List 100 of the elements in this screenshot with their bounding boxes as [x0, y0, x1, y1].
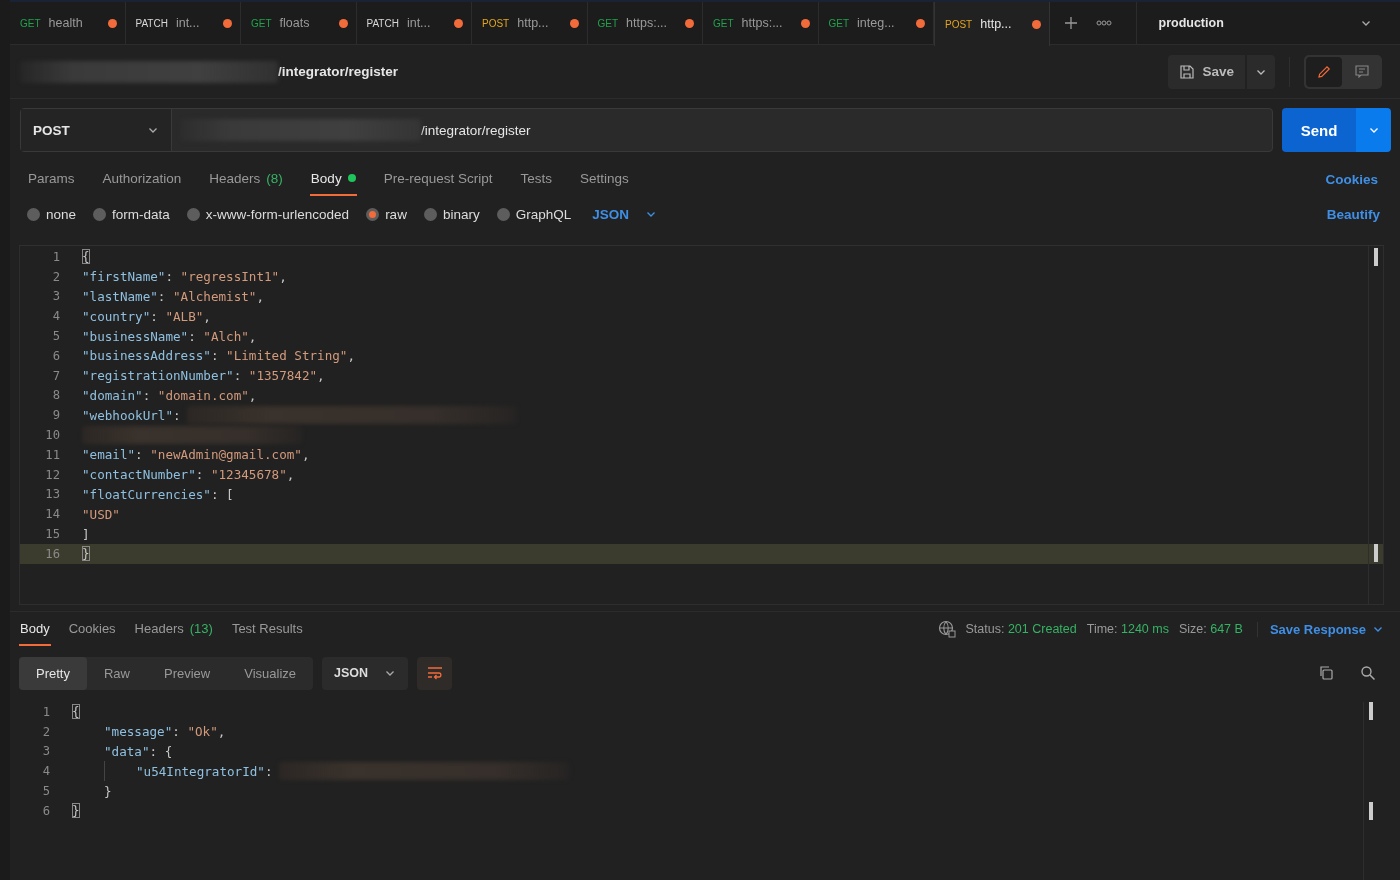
- scrollbar-thumb[interactable]: [1374, 544, 1378, 562]
- format-select[interactable]: JSON: [322, 656, 409, 690]
- radio-option[interactable]: binary: [423, 206, 480, 222]
- radio-button[interactable]: [27, 207, 40, 221]
- code-line[interactable]: "floatCurrencies": [: [82, 484, 234, 505]
- environment-select[interactable]: production: [1136, 2, 1400, 44]
- pencil-icon: [1316, 63, 1332, 80]
- request-option-tab[interactable]: Headers (8): [208, 162, 284, 196]
- code-line[interactable]: "USD": [82, 504, 120, 525]
- request-tab[interactable]: POST http...: [934, 2, 1050, 46]
- response-status-text: Status: 201 Created: [965, 622, 1077, 636]
- code-line[interactable]: "firstName": "regressInt1",: [82, 266, 287, 287]
- response-size-text: Size: 647 B: [1178, 622, 1243, 636]
- line-number: 5: [51, 329, 60, 344]
- line-number: 3: [41, 744, 50, 759]
- code-line[interactable]: }: [72, 781, 112, 801]
- code-line[interactable]: }: [82, 543, 90, 564]
- code-line[interactable]: "webhookUrl":: [82, 405, 517, 426]
- view-mode-tab[interactable]: Visualize: [227, 656, 314, 690]
- request-tab[interactable]: GET https:...: [703, 2, 819, 44]
- radio-option[interactable]: raw: [366, 206, 407, 222]
- beautify-link[interactable]: Beautify: [1326, 206, 1380, 222]
- code-line[interactable]: "businessName": "Alch",: [82, 326, 257, 346]
- line-number: 1: [41, 704, 50, 719]
- send-button[interactable]: Send: [1282, 108, 1356, 152]
- view-mode-tab[interactable]: Pretty: [19, 656, 87, 690]
- request-tab[interactable]: POST http...: [472, 2, 588, 44]
- scrollbar-thumb[interactable]: [1369, 702, 1373, 720]
- edit-mode-button[interactable]: [1306, 56, 1342, 87]
- radio-option[interactable]: none: [27, 206, 77, 222]
- request-option-tab[interactable]: Settings: [578, 162, 630, 196]
- response-time-text: Time: 1240 ms: [1086, 622, 1169, 636]
- code-line[interactable]: "data": {: [72, 741, 173, 762]
- line-number: 7: [51, 368, 60, 383]
- response-tab[interactable]: Test Results: [230, 612, 304, 646]
- code-line[interactable]: "domain": "domain.com",: [82, 385, 257, 406]
- request-option-tab[interactable]: Body: [309, 162, 357, 196]
- line-number: 14: [44, 507, 60, 522]
- cookies-link[interactable]: Cookies: [1325, 171, 1378, 187]
- line-number: 11: [44, 447, 60, 462]
- save-button[interactable]: Save: [1168, 54, 1245, 89]
- view-mode-tab[interactable]: Preview: [147, 656, 228, 690]
- line-number: 15: [44, 527, 60, 542]
- view-mode-tab[interactable]: Raw: [86, 656, 147, 690]
- line-number: 12: [44, 467, 60, 482]
- radio-button[interactable]: [93, 207, 107, 221]
- request-tab[interactable]: GET https:...: [587, 2, 703, 44]
- code-line[interactable]: }: [72, 801, 80, 821]
- code-line[interactable]: {: [82, 247, 90, 267]
- request-tab[interactable]: PATCH int...: [125, 2, 241, 44]
- request-option-tab[interactable]: Authorization: [101, 162, 183, 196]
- request-option-tab[interactable]: Tests: [519, 162, 553, 196]
- response-tab[interactable]: Cookies: [67, 612, 117, 646]
- plus-icon[interactable]: [1063, 16, 1078, 30]
- line-number: 9: [51, 408, 60, 423]
- code-line[interactable]: "registrationNumber": "1357842",: [82, 365, 325, 386]
- line-number: 4: [51, 309, 60, 324]
- format-select[interactable]: JSON: [592, 206, 657, 222]
- radio-option[interactable]: x-www-form-urlencoded: [186, 206, 350, 222]
- response-tab[interactable]: Body: [19, 612, 51, 646]
- request-tab[interactable]: PATCH int...: [356, 2, 472, 44]
- line-number: 6: [51, 348, 60, 363]
- code-line[interactable]: ]: [82, 524, 90, 544]
- radio-button[interactable]: [186, 207, 200, 221]
- code-line[interactable]: "email": "newAdmin@gmail.com",: [82, 444, 310, 465]
- radio-option[interactable]: GraphQL: [496, 206, 572, 222]
- more-icon[interactable]: [1095, 20, 1112, 26]
- line-number: 6: [41, 803, 50, 818]
- radio-button[interactable]: [423, 207, 437, 221]
- wrap-lines-button[interactable]: [417, 656, 453, 690]
- copy-icon[interactable]: [1318, 665, 1334, 681]
- request-tab[interactable]: GET health: [10, 2, 126, 44]
- save-response-button[interactable]: Save Response: [1256, 621, 1384, 637]
- line-number: 10: [44, 428, 60, 443]
- radio-option[interactable]: form-data: [93, 206, 170, 222]
- save-options-button[interactable]: [1247, 54, 1275, 89]
- line-number: 1: [51, 249, 60, 264]
- code-line[interactable]: "contactNumber": "12345678",: [82, 464, 295, 485]
- code-line[interactable]: "u54IntegratorId":: [72, 761, 569, 782]
- response-tab[interactable]: Headers (13): [133, 612, 214, 646]
- scrollbar-thumb[interactable]: [1369, 802, 1373, 820]
- request-option-tab[interactable]: Params: [27, 162, 76, 196]
- radio-button[interactable]: [366, 207, 380, 221]
- code-line[interactable]: "country": "ALB",: [82, 306, 211, 327]
- line-number: 3: [51, 289, 60, 304]
- search-icon[interactable]: [1360, 665, 1376, 681]
- line-number: 13: [44, 487, 60, 502]
- code-line[interactable]: {: [72, 702, 80, 722]
- code-line[interactable]: "lastName": "Alchemist",: [82, 286, 264, 307]
- line-number: 8: [51, 388, 60, 403]
- request-tab[interactable]: GET floats: [241, 2, 357, 44]
- line-number: 16: [44, 546, 60, 561]
- code-line[interactable]: "businessAddress": "Limited String",: [82, 346, 355, 366]
- request-option-tab[interactable]: Pre-request Script: [382, 162, 494, 196]
- code-editor[interactable]: [19, 245, 1384, 605]
- scrollbar-thumb[interactable]: [1374, 248, 1378, 266]
- code-line[interactable]: "message": "Ok",: [72, 721, 226, 742]
- radio-button[interactable]: [496, 207, 510, 221]
- wrap-lines-icon: [425, 665, 444, 681]
- globe-icon: [937, 620, 956, 638]
